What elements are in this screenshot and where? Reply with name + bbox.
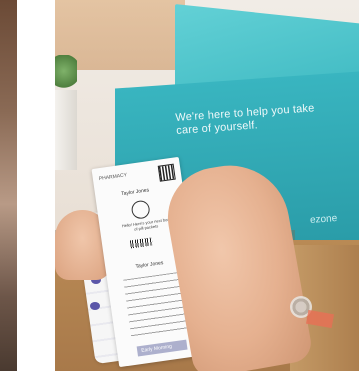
smile-icon [130,199,151,220]
plant [55,55,77,95]
medication-lines [123,271,188,340]
qr-code-icon [157,163,176,182]
patient-name: Taylor Jones [120,187,150,198]
main-photo: We're here to help you take care of your… [55,0,359,371]
pill [90,302,100,310]
photo-collage: We're here to help you take care of your… [0,0,359,371]
box-brand: ezone [309,213,338,226]
barcode-icon [129,237,153,249]
patient-name-lower: Taylor Jones [135,260,164,270]
ticket-message: Hello! Here's your next box of pill pack… [121,216,170,232]
left-photo-strip [0,0,17,371]
white-gap [17,0,55,371]
plant-pot [55,90,77,170]
pharmacy-header: PHARMACY [98,172,128,183]
